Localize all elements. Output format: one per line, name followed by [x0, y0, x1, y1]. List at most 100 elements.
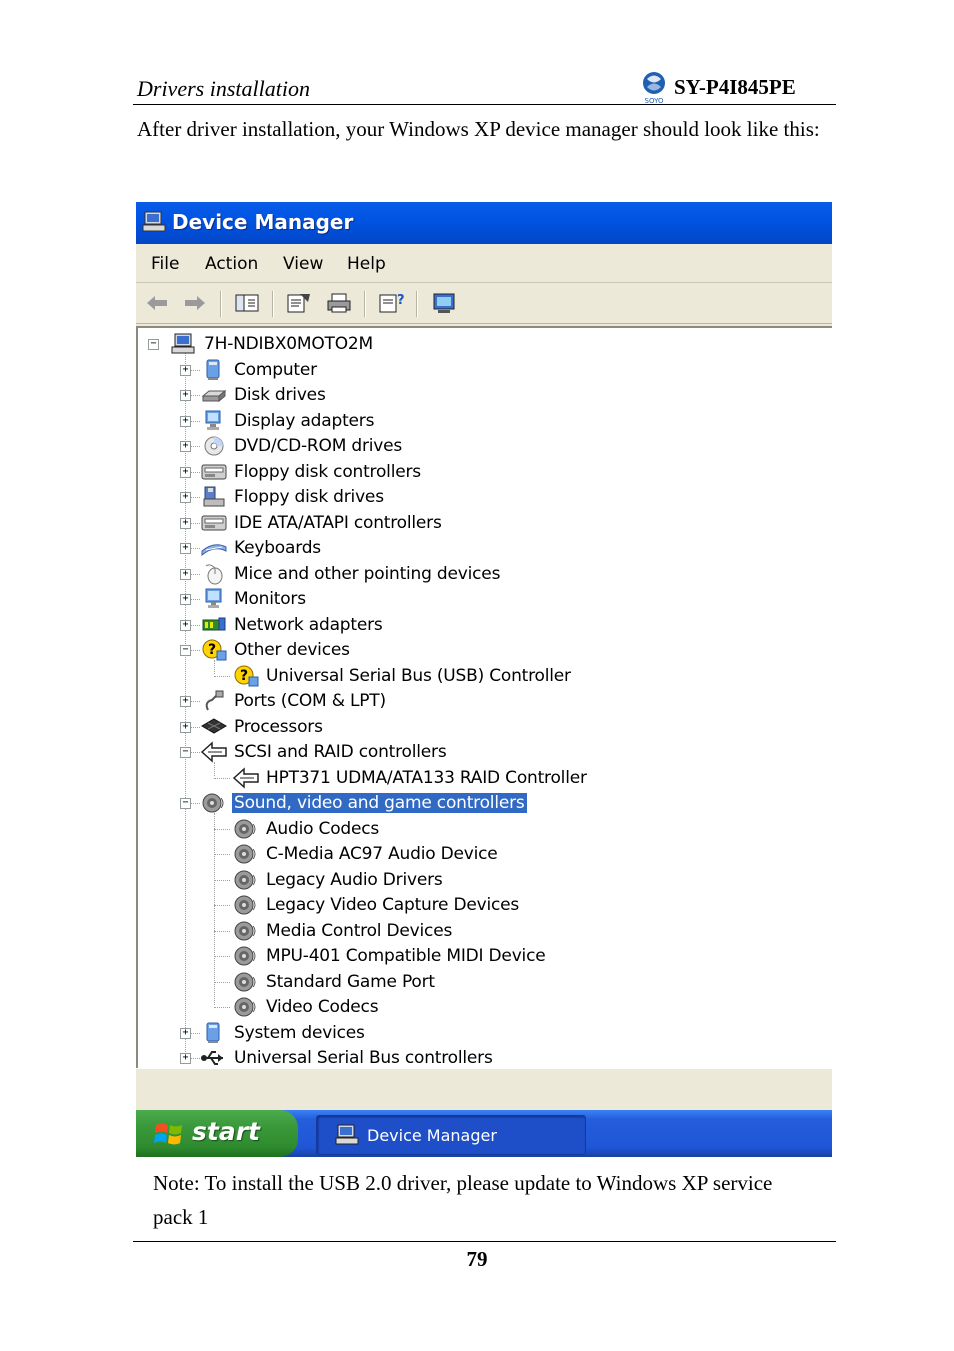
page-number: 79 — [466, 1247, 488, 1271]
tree-root[interactable]: 7H-NDIBX0MOTO2M — [170, 332, 375, 356]
expand-toggle[interactable]: + — [180, 1053, 191, 1064]
tree-connector — [214, 854, 230, 855]
collapse-toggle[interactable]: − — [180, 798, 191, 809]
tree-item[interactable]: Keyboards — [200, 536, 323, 560]
back-icon[interactable] — [144, 291, 170, 315]
menu-file[interactable]: File — [151, 254, 179, 274]
cdrom-icon — [200, 435, 228, 457]
tree-child-item[interactable]: Legacy Audio Drivers — [232, 868, 445, 892]
tree-root-label: 7H-NDIBX0MOTO2M — [204, 334, 373, 354]
show-hide-tree-icon[interactable] — [234, 291, 260, 315]
toolbar-separator — [416, 291, 418, 317]
start-button[interactable]: start — [136, 1110, 298, 1157]
print-icon[interactable] — [326, 291, 352, 315]
tree-item[interactable]: Processors — [200, 715, 325, 739]
tree-child-item[interactable]: Standard Game Port — [232, 970, 437, 994]
tree-child-item[interactable]: Video Codecs — [232, 995, 380, 1019]
usb-icon — [200, 1047, 228, 1069]
expand-toggle[interactable]: + — [180, 492, 191, 503]
expand-toggle[interactable]: + — [180, 696, 191, 707]
tree-item[interactable]: Disk drives — [200, 383, 328, 407]
menu-view[interactable]: View — [283, 254, 323, 274]
collapse-toggle[interactable]: − — [180, 645, 191, 656]
tree-item[interactable]: Display adapters — [200, 409, 376, 433]
expand-toggle[interactable]: + — [180, 543, 191, 554]
tree-item[interactable]: Sound, video and game controllers — [200, 791, 527, 815]
model-name: SY-P4I845PE — [674, 74, 796, 99]
tree-item[interactable]: IDE ATA/ATAPI controllers — [200, 511, 444, 535]
tree-child-item[interactable]: Media Control Devices — [232, 919, 454, 943]
tree-item[interactable]: SCSI and RAID controllers — [200, 740, 448, 764]
tree-item[interactable]: ? Other devices — [200, 638, 352, 662]
tree-connector — [190, 752, 200, 753]
tree-item[interactable]: Ports (COM & LPT) — [200, 689, 388, 713]
toolbar-separator — [272, 291, 274, 317]
tree-item-label: SCSI and RAID controllers — [234, 742, 447, 762]
collapse-toggle[interactable]: − — [180, 747, 191, 758]
unknown-device-icon: ? — [200, 639, 228, 661]
tree-connector — [190, 522, 200, 524]
tree-connector — [214, 930, 230, 932]
properties-icon[interactable] — [286, 291, 312, 315]
keyboard-icon — [200, 537, 228, 559]
tree-connector — [214, 777, 230, 779]
expand-toggle[interactable]: + — [180, 619, 191, 631]
expand-toggle[interactable]: + — [180, 364, 191, 376]
tree-item[interactable]: Floppy disk drives — [200, 485, 386, 509]
tree-connector — [190, 1058, 200, 1059]
expand-toggle[interactable]: + — [180, 441, 191, 452]
tree-child-label: Legacy Audio Drivers — [266, 869, 443, 890]
expand-toggle[interactable]: + — [180, 721, 191, 733]
tree-item[interactable]: DVD/CD-ROM drives — [200, 434, 404, 458]
collapse-toggle[interactable]: − — [148, 339, 159, 350]
tree-item-label: Mice and other pointing devices — [234, 563, 501, 584]
tree-item[interactable]: Floppy disk controllers — [200, 460, 423, 484]
tree-child-label: C-Media AC97 Audio Device — [266, 844, 498, 864]
expand-toggle[interactable]: + — [180, 594, 191, 605]
sound-icon — [232, 818, 260, 840]
tree-connector — [190, 701, 200, 702]
toolbar-separator — [364, 291, 366, 317]
tree-child-item[interactable]: Legacy Video Capture Devices — [232, 893, 521, 917]
tree-child-item[interactable]: HPT371 UDMA/ATA133 RAID Controller — [232, 766, 589, 790]
computer-root-icon — [170, 333, 198, 355]
expand-toggle[interactable]: + — [180, 1027, 191, 1039]
tree-item[interactable]: Computer — [200, 358, 319, 382]
tree-child-label: HPT371 UDMA/ATA133 RAID Controller — [266, 767, 587, 788]
window-title: Device Manager — [172, 210, 354, 234]
sound-icon — [232, 869, 260, 891]
expand-toggle[interactable]: + — [180, 466, 191, 478]
sound-icon — [232, 971, 260, 993]
tree-item-label: Universal Serial Bus controllers — [234, 1048, 493, 1068]
title-bar[interactable]: Device Manager — [136, 202, 832, 244]
status-bar — [136, 1068, 832, 1111]
tree-item[interactable]: Network adapters — [200, 613, 385, 637]
menu-action[interactable]: Action — [205, 254, 258, 274]
device-tree: − 7H-NDIBX0MOTO2M + Computer + Disk drives + Di… — [136, 326, 832, 1068]
tree-connector — [190, 369, 200, 371]
tree-item[interactable]: Mice and other pointing devices — [200, 562, 502, 586]
expand-toggle[interactable]: + — [180, 517, 191, 529]
device-manager-window: Device Manager File Action View Help ? −… — [136, 202, 832, 1157]
tree-connector — [214, 762, 215, 776]
tree-item[interactable]: Universal Serial Bus controllers — [200, 1046, 495, 1070]
tree-connector — [190, 726, 200, 728]
expand-toggle[interactable]: + — [180, 415, 191, 427]
menu-help[interactable]: Help — [347, 254, 386, 274]
tree-child-item[interactable]: C-Media AC97 Audio Device — [232, 842, 500, 866]
tree-connector — [190, 548, 200, 549]
tree-connector — [190, 446, 200, 447]
forward-icon[interactable] — [182, 291, 208, 315]
scan-hardware-icon[interactable] — [432, 291, 458, 315]
processor-icon — [200, 716, 228, 738]
sound-icon — [232, 920, 260, 942]
help-icon[interactable]: ? — [378, 291, 404, 315]
tree-item[interactable]: System devices — [200, 1021, 367, 1045]
tree-item[interactable]: Monitors — [200, 587, 308, 611]
expand-toggle[interactable]: + — [180, 390, 191, 401]
tree-child-item[interactable]: MPU-401 Compatible MIDI Device — [232, 944, 547, 968]
tree-child-item[interactable]: Audio Codecs — [232, 817, 381, 841]
tree-child-item[interactable]: ? Universal Serial Bus (USB) Controller — [232, 664, 573, 688]
expand-toggle[interactable]: + — [180, 568, 191, 580]
taskbar-device-manager[interactable]: Device Manager — [316, 1115, 586, 1155]
